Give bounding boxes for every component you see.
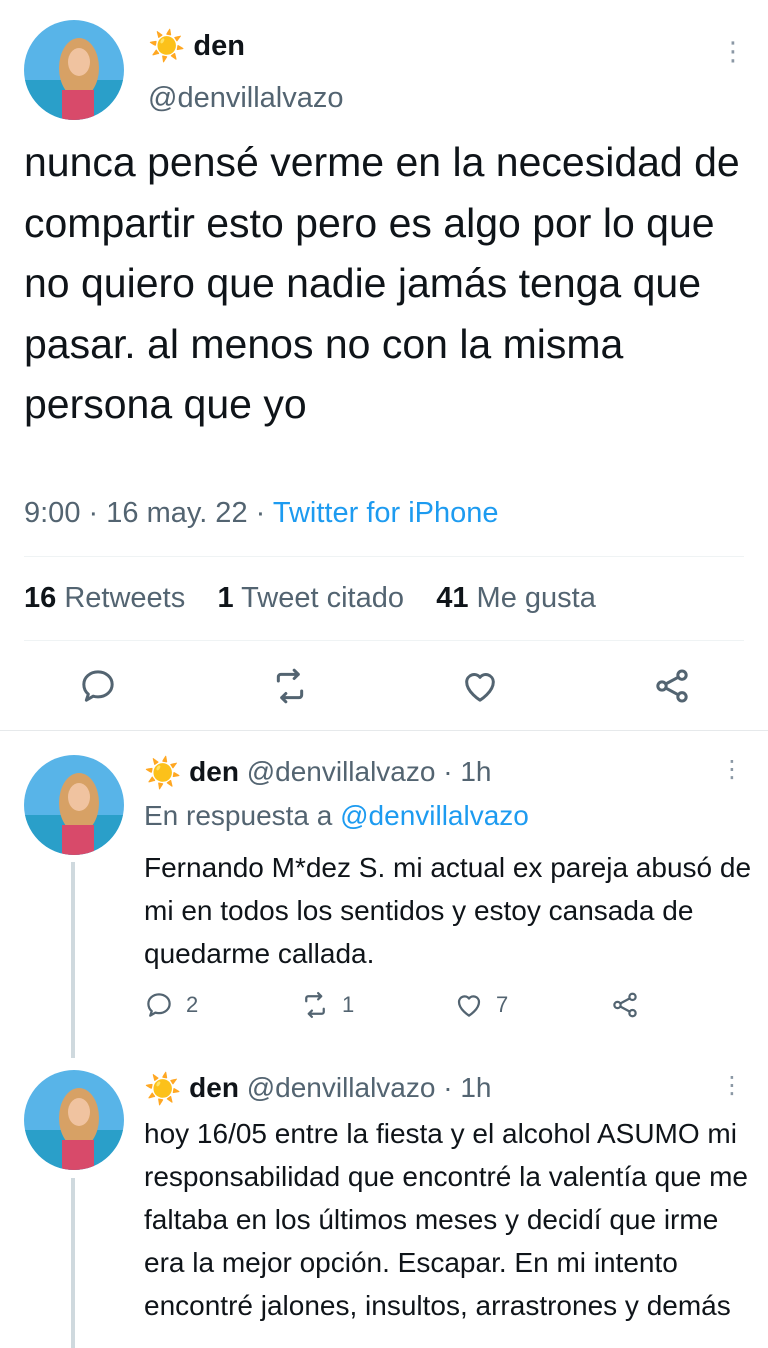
reply-text: hoy 16/05 entre la fiesta y el alcohol A…: [144, 1118, 748, 1321]
retweet-icon: [305, 992, 325, 1018]
divider: [24, 640, 744, 641]
divider: [24, 556, 744, 557]
tweet-text: nunca pensé verme en la necesidad de com…: [24, 139, 740, 427]
user-handle[interactable]: @denvillalvazo: [247, 1072, 436, 1103]
more-options-icon[interactable]: ⋮: [720, 38, 746, 64]
reply-icon: [147, 993, 171, 1017]
more-options-icon[interactable]: ⋮: [720, 758, 744, 782]
sun-emoji: ☀️: [144, 1072, 182, 1106]
retweet-icon[interactable]: [270, 666, 310, 711]
retweet-button[interactable]: 1: [300, 990, 354, 1020]
like-icon: [457, 995, 481, 1017]
user-handle[interactable]: @denvillalvazo: [247, 756, 436, 787]
author-line: ☀️ den: [148, 30, 245, 63]
reply-text: Fernando M*dez S. mi actual ex pareja ab…: [144, 852, 752, 969]
retweet-count: 1: [342, 992, 355, 1017]
quotes-stat[interactable]: 1 Tweet citado: [217, 582, 404, 614]
share-icon[interactable]: [652, 666, 692, 711]
display-name[interactable]: den: [189, 756, 239, 787]
thread-line: [71, 862, 75, 1058]
reply-author-line: ☀️ den @denvillalvazo · 1h: [144, 756, 492, 789]
dot-separator: ·: [443, 1072, 453, 1103]
like-icon[interactable]: [460, 666, 500, 711]
display-name[interactable]: den: [193, 30, 245, 62]
dot-separator: ·: [255, 497, 266, 529]
display-name[interactable]: den: [189, 1072, 239, 1103]
reply-context: En respuesta a @denvillalvazo: [144, 800, 529, 832]
reply-button[interactable]: 2: [144, 990, 198, 1020]
divider: [0, 730, 768, 731]
share-icon: [613, 992, 637, 1018]
like-count: 7: [496, 992, 509, 1017]
tweet-time: 9:00: [24, 497, 81, 529]
avatar[interactable]: [24, 755, 124, 855]
avatar[interactable]: [24, 1070, 124, 1170]
dot-separator: ·: [88, 497, 99, 529]
tweet-actions: [0, 660, 768, 716]
tweet-source-link[interactable]: Twitter for iPhone: [273, 497, 499, 529]
reply-prefix: En respuesta a: [144, 800, 333, 831]
tweet-stats: 16 Retweets 1 Tweet citado 41 Me gusta: [24, 582, 596, 615]
retweets-stat[interactable]: 16 Retweets: [24, 582, 185, 614]
likes-stat[interactable]: 41 Me gusta: [436, 582, 596, 614]
reply-count: 2: [186, 992, 199, 1017]
dot-separator: ·: [443, 756, 453, 787]
reply-icon[interactable]: [78, 666, 118, 711]
avatar[interactable]: [24, 20, 124, 120]
share-button[interactable]: [610, 990, 640, 1020]
thread-line: [71, 1178, 75, 1348]
reply-age[interactable]: 1h: [460, 756, 491, 787]
tweet-meta: 9:00 · 16 may. 22 · Twitter for iPhone: [24, 497, 499, 530]
tweet-date[interactable]: 16 may. 22: [106, 497, 247, 529]
reply-age[interactable]: 1h: [460, 1072, 491, 1103]
more-options-icon[interactable]: ⋮: [720, 1074, 744, 1098]
reply-mention-link[interactable]: @denvillalvazo: [340, 800, 529, 831]
user-handle[interactable]: @denvillalvazo: [148, 82, 343, 115]
like-button[interactable]: 7: [454, 990, 508, 1020]
sun-emoji: ☀️: [148, 30, 186, 64]
reply-author-line: ☀️ den @denvillalvazo · 1h: [144, 1072, 492, 1105]
sun-emoji: ☀️: [144, 756, 182, 790]
reply-actions: 2 1 7: [144, 990, 704, 1026]
